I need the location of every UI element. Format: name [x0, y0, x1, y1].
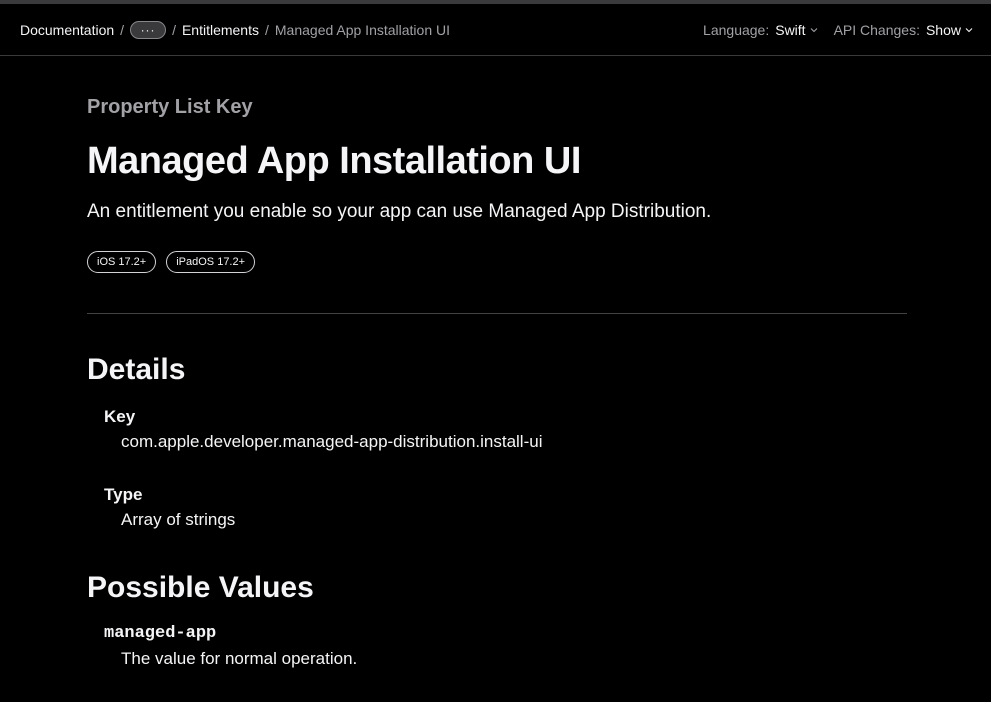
breadcrumb-current-page: Managed App Installation UI: [274, 22, 451, 38]
nav-options: Language: Swift API Changes: Show: [703, 4, 973, 56]
api-changes-label: API Changes:: [833, 22, 920, 38]
details-heading: Details: [87, 353, 186, 386]
availability-badges: iOS 17.2+ iPadOS 17.2+: [87, 251, 256, 273]
possible-values-heading: Possible Values: [87, 571, 314, 604]
details-type-value: Array of strings: [121, 510, 236, 529]
breadcrumb-separator: /: [265, 22, 269, 38]
breadcrumb: Documentation / ··· / Entitlements / Man…: [20, 4, 450, 56]
availability-badge-ipados: iPadOS 17.2+: [166, 251, 256, 273]
breadcrumb-separator: /: [172, 22, 176, 38]
page-eyebrow: Property List Key: [87, 96, 253, 118]
language-label: Language:: [703, 22, 770, 38]
breadcrumb-separator: /: [120, 22, 125, 38]
details-type-label: Type: [104, 485, 143, 504]
chevron-down-icon: [810, 28, 817, 33]
language-value: Swift: [775, 22, 806, 38]
breadcrumb-documentation[interactable]: Documentation: [20, 22, 114, 38]
documentation-navbar: Documentation / ··· / Entitlements / Man…: [0, 4, 991, 56]
chevron-down-icon: [965, 28, 973, 33]
possible-value-description: The value for normal operation.: [121, 649, 358, 668]
details-key-label: Key: [104, 407, 136, 426]
page-abstract: An entitlement you enable so your app ca…: [87, 201, 712, 222]
ellipsis-icon: ···: [140, 23, 156, 37]
api-changes-value: Show: [925, 22, 961, 38]
possible-value-name: managed-app: [104, 624, 217, 643]
api-changes-toggle[interactable]: API Changes: Show: [834, 22, 973, 38]
language-toggle[interactable]: Language: Swift: [703, 22, 818, 38]
details-key-value: com.apple.developer.managed-app-distribu…: [121, 432, 543, 451]
section-divider: [87, 313, 907, 314]
breadcrumb-more-button[interactable]: ···: [130, 21, 167, 39]
page-title: Managed App Installation UI: [87, 140, 581, 182]
availability-badge-ios: iOS 17.2+: [87, 251, 157, 273]
breadcrumb-entitlements[interactable]: Entitlements: [182, 22, 259, 38]
